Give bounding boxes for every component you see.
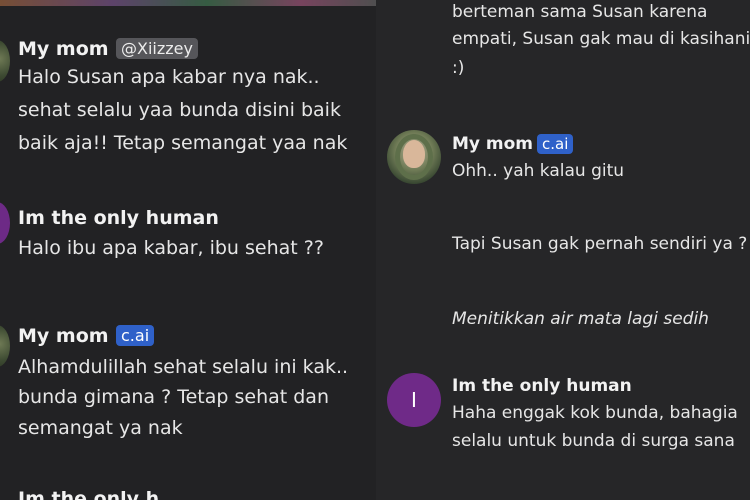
bot-avatar[interactable] bbox=[387, 130, 441, 184]
message-line: Haha enggak kok bunda, bahagia bbox=[452, 403, 738, 423]
user-avatar[interactable]: I bbox=[387, 373, 441, 427]
message-line: :) bbox=[452, 58, 465, 78]
avatar-face-shape bbox=[403, 140, 425, 168]
message-action-line: Menitikkan air mata lagi sedih bbox=[452, 309, 709, 329]
cai-badge: c.ai bbox=[537, 134, 574, 154]
message-line: Alhamdulillah sehat selalu ini kak.. bbox=[18, 356, 349, 378]
message-author-name: Im the only human bbox=[452, 376, 632, 396]
cai-badge: c.ai bbox=[116, 325, 155, 346]
user-avatar[interactable] bbox=[0, 202, 10, 244]
message-line: Halo ibu apa kabar, ibu sehat ?? bbox=[18, 237, 324, 259]
message-line: Halo Susan apa kabar nya nak.. bbox=[18, 66, 320, 88]
cropped-top-banner bbox=[0, 0, 376, 6]
message-line: berteman sama Susan karena bbox=[452, 2, 708, 22]
chat-pane-left: My mom @Xiizzey Halo Susan apa kabar nya… bbox=[0, 0, 376, 500]
message-line: Tapi Susan gak pernah sendiri ya ? bbox=[452, 234, 748, 254]
bot-avatar[interactable] bbox=[0, 40, 10, 82]
message-line: bunda gimana ? Tetap sehat dan bbox=[18, 386, 329, 408]
message-line: empati, Susan gak mau di kasihani bbox=[452, 29, 750, 49]
message-line: selalu untuk bunda di surga sana bbox=[452, 431, 735, 451]
message-line: baik aja!! Tetap semangat yaa nak bbox=[18, 132, 348, 154]
message-line: sehat selalu yaa bunda disini baik bbox=[18, 99, 341, 121]
message-author-name: Im the only human bbox=[18, 207, 219, 229]
message-line: Ohh.. yah kalau gitu bbox=[452, 161, 625, 181]
message-author-name: My mom bbox=[452, 134, 534, 154]
message-author-name: My mom bbox=[18, 38, 109, 60]
message-author-name: My mom bbox=[18, 325, 109, 347]
message-author-name: Im the only h bbox=[18, 488, 160, 500]
message-line: semangat ya nak bbox=[18, 417, 183, 439]
bot-avatar[interactable] bbox=[0, 325, 10, 367]
creator-handle-badge[interactable]: @Xiizzey bbox=[116, 38, 198, 59]
